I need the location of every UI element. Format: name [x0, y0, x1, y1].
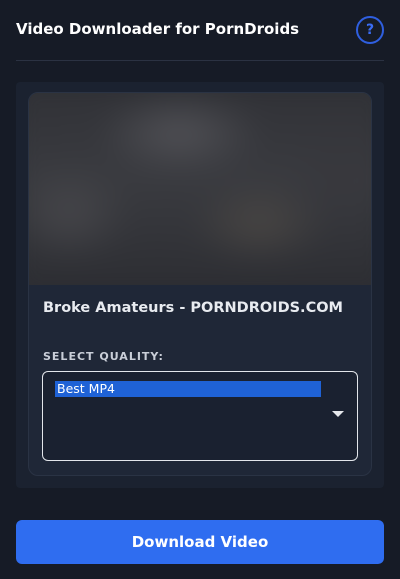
video-thumbnail	[29, 93, 371, 285]
header: Video Downloader for PornDroids ?	[16, 0, 384, 61]
chevron-down-icon[interactable]	[332, 411, 344, 417]
video-card: Broke Amateurs - PORNDROIDS.COM SELECT Q…	[28, 92, 372, 476]
app-title: Video Downloader for PornDroids	[16, 20, 300, 38]
video-title: Broke Amateurs - PORNDROIDS.COM	[43, 300, 343, 316]
download-video-button[interactable]: Download Video	[16, 520, 384, 564]
help-button[interactable]: ?	[356, 16, 384, 44]
downloader-panel: Broke Amateurs - PORNDROIDS.COM SELECT Q…	[16, 82, 384, 488]
quality-select[interactable]: Best MP4	[42, 371, 358, 461]
quality-label: SELECT QUALITY:	[43, 350, 164, 363]
quality-option-selected[interactable]: Best MP4	[55, 381, 321, 397]
blurred-preview-image	[29, 93, 371, 285]
